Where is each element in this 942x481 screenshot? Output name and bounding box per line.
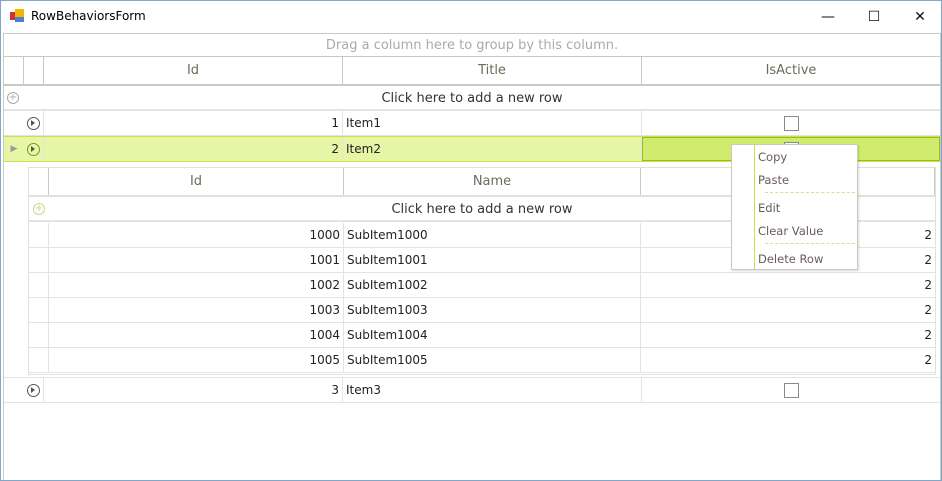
menu-separator bbox=[765, 192, 855, 193]
cell-name[interactable]: SubItem1005 bbox=[344, 348, 641, 372]
minimize-button[interactable]: — bbox=[805, 1, 851, 32]
title-bar: RowBehaviorsForm — ☐ ✕ bbox=[1, 1, 941, 33]
row-indent bbox=[29, 273, 49, 297]
expand-icon bbox=[27, 383, 40, 397]
menu-item-clear-value[interactable]: Clear Value bbox=[758, 224, 823, 238]
checkbox[interactable] bbox=[783, 382, 799, 398]
cell-id[interactable]: 1003 bbox=[49, 298, 344, 322]
child-column-header-name[interactable]: Name bbox=[344, 168, 641, 195]
child-column-header-id[interactable]: Id bbox=[49, 168, 344, 195]
cell-id[interactable]: 1005 bbox=[49, 348, 344, 372]
column-header-title[interactable]: Title bbox=[343, 57, 642, 84]
column-header-id[interactable]: Id bbox=[44, 57, 343, 84]
cell-title[interactable]: Item1 bbox=[343, 111, 642, 135]
row-indent bbox=[29, 248, 49, 272]
menu-item-delete-row[interactable]: Delete Row bbox=[758, 252, 823, 266]
collapse-button[interactable] bbox=[24, 137, 44, 161]
cell-value[interactable]: 2 bbox=[641, 348, 935, 372]
expand-icon bbox=[27, 116, 40, 130]
header-row: Id Title IsActive bbox=[4, 57, 940, 86]
expand-button[interactable] bbox=[24, 378, 44, 402]
table-row[interactable]: 3 Item3 bbox=[4, 377, 940, 403]
child-table-row[interactable]: 1005 SubItem1005 2 bbox=[29, 348, 935, 373]
menu-item-edit[interactable]: Edit bbox=[758, 201, 780, 215]
cell-isactive[interactable] bbox=[642, 378, 940, 402]
context-menu: Copy Paste Edit Clear Value Delete Row bbox=[731, 144, 858, 270]
menu-separator bbox=[765, 243, 855, 244]
cell-name[interactable]: SubItem1003 bbox=[344, 298, 641, 322]
cell-id[interactable]: 1004 bbox=[49, 323, 344, 347]
table-row[interactable]: 1 Item1 bbox=[4, 111, 940, 136]
menu-gutter bbox=[754, 145, 755, 269]
cell-id[interactable]: 2 bbox=[44, 137, 343, 161]
cell-id[interactable]: 1001 bbox=[49, 248, 344, 272]
row-indent bbox=[29, 348, 49, 372]
row-indent bbox=[29, 223, 49, 247]
child-table-row[interactable]: 1002 SubItem1002 2 bbox=[29, 273, 935, 298]
current-row-indicator-icon: ▶ bbox=[10, 144, 18, 154]
cell-value[interactable]: 2 bbox=[641, 298, 935, 322]
header-expander bbox=[24, 57, 44, 84]
cell-name[interactable]: SubItem1002 bbox=[344, 273, 641, 297]
cell-isactive[interactable] bbox=[642, 111, 940, 135]
app-icon bbox=[10, 9, 24, 22]
new-row-label: Click here to add a new row bbox=[381, 91, 563, 106]
cell-id[interactable]: 3 bbox=[44, 378, 343, 402]
cell-id[interactable]: 1000 bbox=[49, 223, 344, 247]
child-table-row[interactable]: 1004 SubItem1004 2 bbox=[29, 323, 935, 348]
column-header-isactive[interactable]: IsActive bbox=[642, 57, 940, 84]
group-panel[interactable]: Drag a column here to group by this colu… bbox=[4, 34, 940, 57]
collapse-icon bbox=[27, 142, 40, 156]
child-table-row[interactable]: 1003 SubItem1003 2 bbox=[29, 298, 935, 323]
row-indent bbox=[29, 323, 49, 347]
new-row[interactable]: + Click here to add a new row bbox=[4, 86, 940, 111]
cell-value[interactable]: 2 bbox=[641, 323, 935, 347]
cell-name[interactable]: SubItem1004 bbox=[344, 323, 641, 347]
cell-id[interactable]: 1 bbox=[44, 111, 343, 135]
row-indent bbox=[29, 298, 49, 322]
cell-value[interactable]: 2 bbox=[641, 273, 935, 297]
maximize-button[interactable]: ☐ bbox=[851, 1, 897, 32]
header-indent bbox=[4, 57, 24, 84]
expand-button[interactable] bbox=[24, 111, 44, 135]
child-header-indent bbox=[29, 168, 49, 195]
close-button[interactable]: ✕ bbox=[897, 1, 942, 32]
menu-item-paste[interactable]: Paste bbox=[758, 173, 789, 187]
cell-name[interactable]: SubItem1000 bbox=[344, 223, 641, 247]
window-title: RowBehaviorsForm bbox=[31, 9, 146, 23]
cell-title[interactable]: Item3 bbox=[343, 378, 642, 402]
checkbox[interactable] bbox=[783, 115, 799, 131]
cell-name[interactable]: SubItem1001 bbox=[344, 248, 641, 272]
cell-title[interactable]: Item2 bbox=[343, 137, 642, 161]
menu-item-copy[interactable]: Copy bbox=[758, 150, 787, 164]
cell-id[interactable]: 1002 bbox=[49, 273, 344, 297]
